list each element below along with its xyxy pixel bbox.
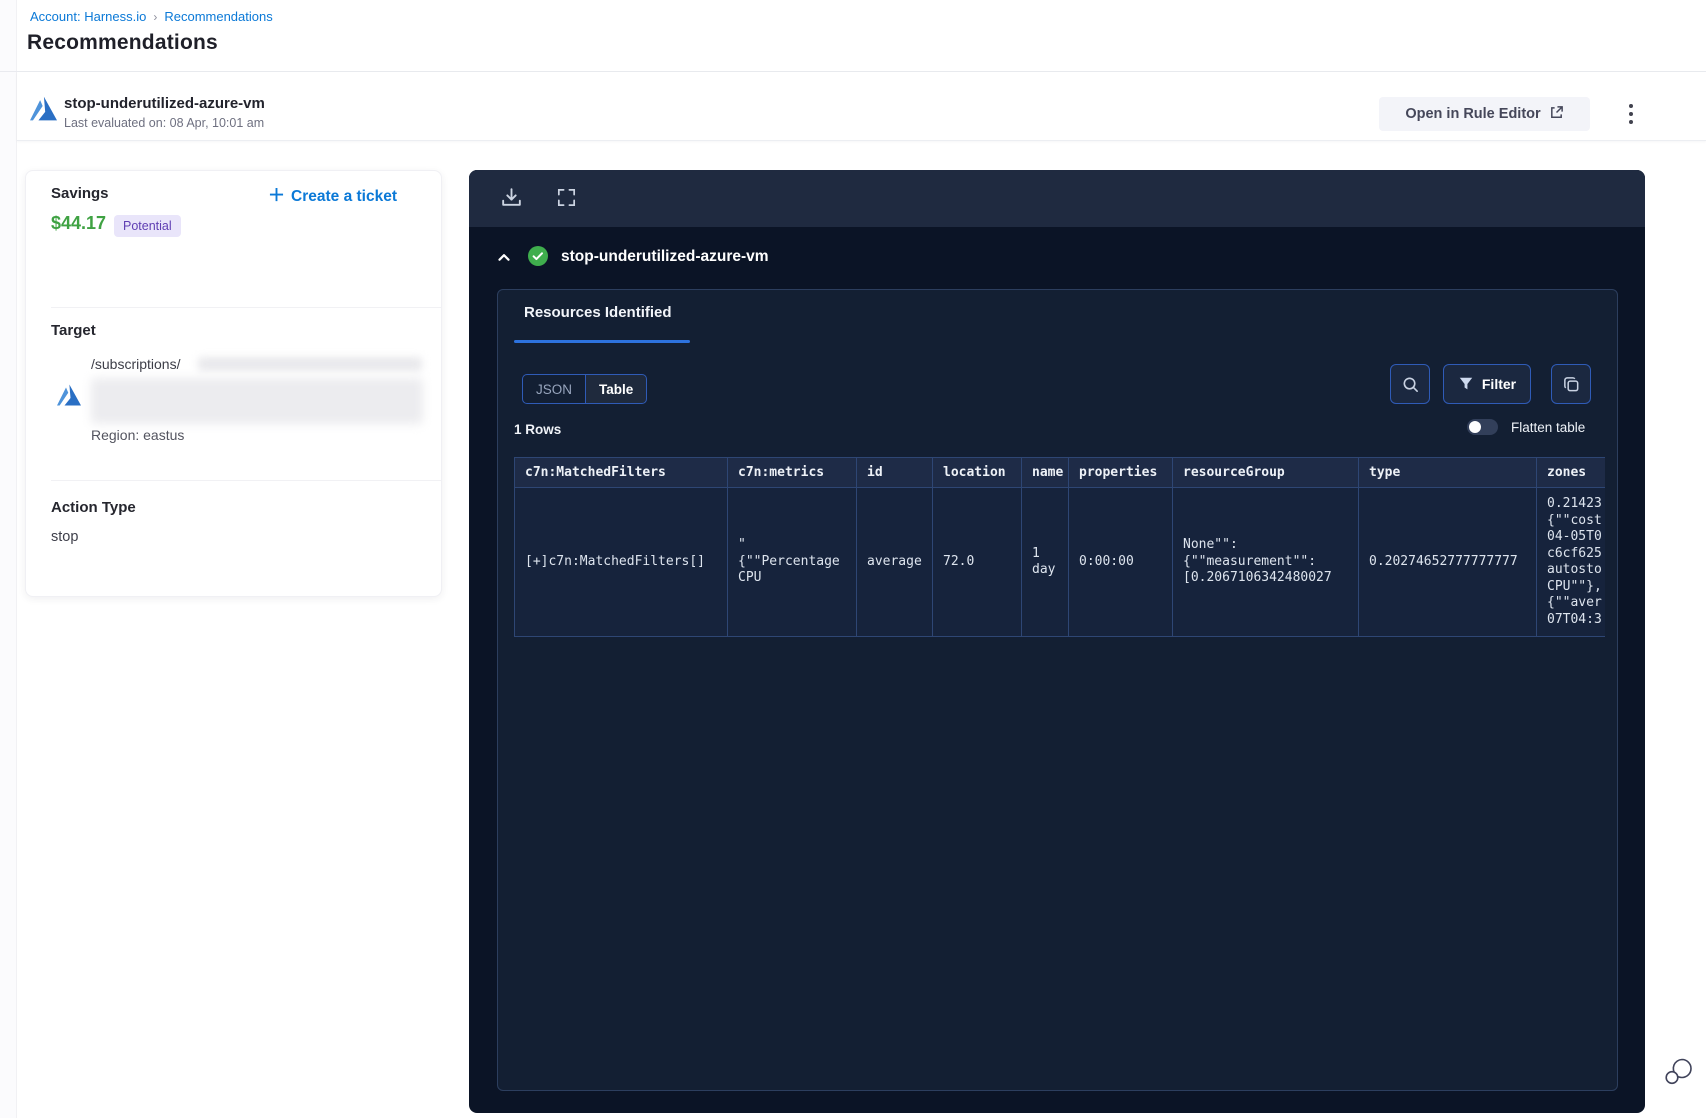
page-title: Recommendations bbox=[27, 31, 218, 54]
feedback-chat-button[interactable] bbox=[1662, 1054, 1696, 1088]
flatten-table-label: Flatten table bbox=[1511, 419, 1586, 435]
filter-label: Filter bbox=[1481, 376, 1517, 392]
recommendations-page: Account: Harness.io › Recommendations Reco… bbox=[0, 0, 1706, 1118]
cell-metrics: " {""Percentage CPU bbox=[727, 487, 857, 637]
cell-type: 0.20274652777777777 bbox=[1358, 487, 1537, 637]
column-header[interactable]: c7n:metrics bbox=[727, 457, 857, 488]
resources-identified-panel: Resources Identified JSON Table Filter 1… bbox=[497, 289, 1618, 1091]
savings-label: Savings bbox=[51, 185, 109, 202]
copy-icon bbox=[1563, 376, 1578, 391]
fullscreen-icon bbox=[557, 188, 576, 206]
download-button[interactable] bbox=[498, 185, 525, 212]
success-check-icon bbox=[527, 245, 549, 267]
column-header[interactable]: type bbox=[1358, 457, 1537, 488]
potential-badge: Potential bbox=[114, 215, 181, 237]
more-options-button[interactable] bbox=[1618, 94, 1644, 134]
left-edge-sliver bbox=[0, 0, 17, 1118]
chat-bubbles-icon bbox=[1665, 1058, 1692, 1085]
resource-preview-panel: stop-underutilized-azure-vm Resources Id… bbox=[469, 170, 1645, 1113]
cell-resource-group: None"": {""measurement"": [0.20671063424… bbox=[1172, 487, 1359, 637]
column-header[interactable]: c7n:MatchedFilters bbox=[514, 457, 728, 488]
rows-count: 1 Rows bbox=[514, 422, 562, 437]
redacted-target-block bbox=[91, 378, 423, 424]
preview-header-row: stop-underutilized-azure-vm bbox=[469, 227, 1645, 289]
card-divider bbox=[51, 307, 441, 308]
preview-rule-title: stop-underutilized-azure-vm bbox=[561, 248, 769, 265]
rule-name: stop-underutilized-azure-vm bbox=[64, 95, 265, 112]
flatten-table-toggle[interactable] bbox=[1467, 419, 1498, 435]
collapse-button[interactable] bbox=[493, 247, 515, 269]
recommendation-details-card: Savings Create a ticket $44.17 Potential… bbox=[25, 170, 442, 597]
azure-icon bbox=[57, 383, 81, 407]
column-header[interactable]: location bbox=[932, 457, 1022, 488]
download-icon bbox=[502, 188, 521, 206]
chevron-up-icon bbox=[498, 253, 510, 261]
fullscreen-button[interactable] bbox=[553, 185, 580, 212]
view-toggle-json[interactable]: JSON bbox=[523, 375, 587, 403]
tab-resources-identified[interactable]: Resources Identified bbox=[524, 304, 672, 321]
cell-zones: 0.21423 {""cost 04-05T0 c6cf625 autosto … bbox=[1536, 487, 1605, 637]
table-header-row: c7n:MatchedFilters c7n:metrics id locati… bbox=[514, 457, 1605, 488]
action-type-label: Action Type bbox=[51, 499, 136, 516]
breadcrumb-current-link[interactable]: Recommendations bbox=[164, 9, 272, 24]
table-row: [+]c7n:MatchedFilters[] " {""Percentage … bbox=[514, 487, 1605, 637]
open-rule-editor-button[interactable]: Open in Rule Editor bbox=[1379, 97, 1590, 131]
external-link-icon bbox=[1549, 105, 1564, 124]
preview-toolbar bbox=[469, 170, 1645, 227]
resources-table-container[interactable]: c7n:MatchedFilters c7n:metrics id locati… bbox=[514, 457, 1605, 639]
matched-filters-expand-link[interactable]: [+]c7n:MatchedFilters[] bbox=[514, 487, 728, 637]
column-header[interactable]: properties bbox=[1068, 457, 1173, 488]
redacted-target-path bbox=[198, 357, 422, 371]
create-ticket-label: Create a ticket bbox=[291, 188, 397, 205]
filter-icon bbox=[1459, 377, 1473, 390]
column-header[interactable]: zones bbox=[1536, 457, 1605, 488]
cell-name: 1 day bbox=[1021, 487, 1069, 637]
open-rule-editor-label: Open in Rule Editor bbox=[1405, 106, 1541, 122]
search-icon bbox=[1403, 377, 1418, 392]
column-header[interactable]: id bbox=[856, 457, 933, 488]
card-divider bbox=[51, 480, 441, 481]
column-header[interactable]: resourceGroup bbox=[1172, 457, 1359, 488]
breadcrumb: Account: Harness.io › Recommendations bbox=[30, 9, 273, 24]
search-button[interactable] bbox=[1390, 364, 1430, 404]
plus-icon bbox=[269, 187, 284, 207]
view-toggle-table[interactable]: Table bbox=[586, 375, 647, 403]
breadcrumb-separator: › bbox=[153, 10, 158, 24]
last-evaluated-text: Last evaluated on: 08 Apr, 10:01 am bbox=[64, 116, 265, 130]
cell-location: 72.0 bbox=[932, 487, 1022, 637]
cell-properties: 0:00:00 bbox=[1068, 487, 1173, 637]
copy-button[interactable] bbox=[1551, 364, 1591, 404]
active-tab-underline bbox=[514, 340, 690, 343]
create-ticket-button[interactable]: Create a ticket bbox=[269, 187, 397, 207]
resources-table: c7n:MatchedFilters c7n:metrics id locati… bbox=[514, 457, 1605, 637]
recommendation-header: stop-underutilized-azure-vm Last evaluat… bbox=[17, 72, 1706, 141]
cell-id: average bbox=[856, 487, 933, 637]
filter-button[interactable]: Filter bbox=[1443, 364, 1531, 404]
flatten-table-control: Flatten table bbox=[1467, 419, 1585, 435]
column-header[interactable]: name bbox=[1021, 457, 1069, 488]
azure-icon bbox=[30, 95, 57, 122]
breadcrumb-account-link[interactable]: Account: Harness.io bbox=[30, 9, 146, 24]
view-toggle: JSON Table bbox=[522, 374, 648, 404]
action-type-value: stop bbox=[51, 529, 79, 545]
savings-amount: $44.17 bbox=[51, 213, 107, 233]
target-label: Target bbox=[51, 322, 96, 339]
region-text: Region: eastus bbox=[91, 427, 185, 443]
target-path: /subscriptions/ bbox=[91, 356, 181, 372]
